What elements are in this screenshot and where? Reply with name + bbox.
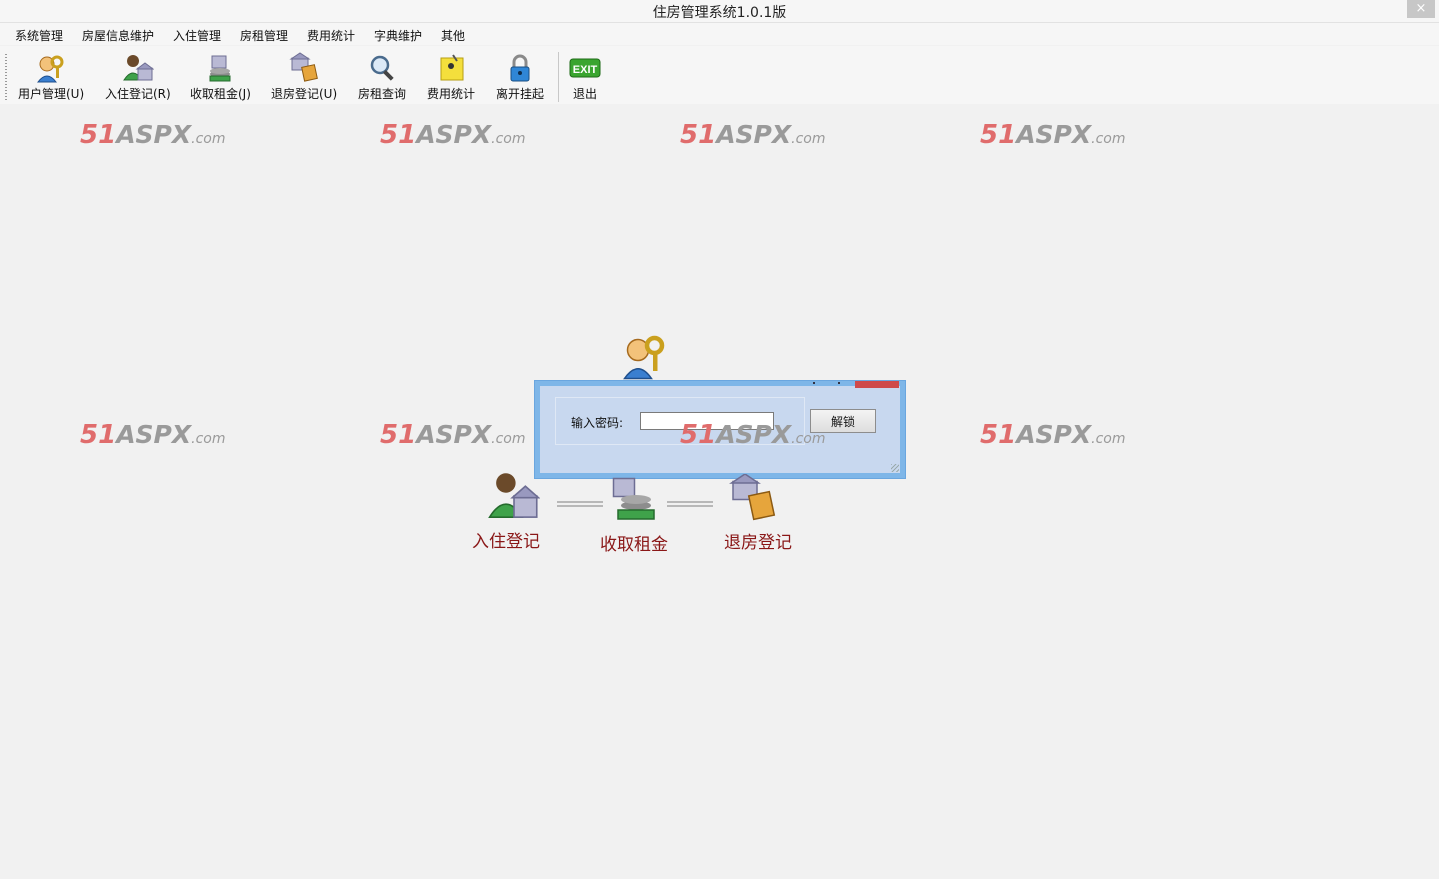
flow-checkin-label[interactable]: 入住登记	[472, 527, 540, 552]
toolbar: 用户管理(U) 入住登记(R) 收取租金(J) 退房登记(U) 房租查询 费用统…	[0, 46, 1439, 104]
flow-collect-rent-label[interactable]: 收取租金	[600, 530, 668, 555]
menu-checkin[interactable]: 入住管理	[173, 27, 221, 44]
collect-rent-label: 收取租金(J)	[190, 87, 251, 101]
dialog-maximize-dot[interactable]	[838, 382, 840, 384]
rent-coins-icon[interactable]	[606, 474, 660, 522]
checkout-register-button[interactable]: 退房登记(U)	[271, 52, 337, 102]
checkout-register-label: 退房登记(U)	[271, 87, 338, 101]
magnifier-icon	[370, 55, 394, 81]
flow-connector	[557, 501, 603, 507]
lock-icon	[510, 54, 530, 82]
watermark-logo: 51ASPX.com	[680, 120, 826, 150]
dialog-minimize-dot[interactable]	[813, 382, 815, 384]
watermark-logo: 51ASPX.com	[680, 420, 826, 450]
checkin-register-button[interactable]: 入住登记(R)	[105, 52, 171, 102]
watermark-logo: 51ASPX.com	[80, 420, 226, 450]
resize-grip[interactable]	[891, 464, 899, 472]
collect-rent-button[interactable]: 收取租金(J)	[190, 52, 251, 102]
watermark-logo: 51ASPX.com	[380, 420, 526, 450]
menu-other[interactable]: 其他	[441, 27, 465, 44]
fee-stats-button[interactable]: 费用统计	[427, 52, 475, 102]
watermark-logo: 51ASPX.com	[80, 120, 226, 150]
user-manage-label: 用户管理(U)	[18, 87, 85, 101]
window-title: 住房管理系统1.0.1版	[652, 5, 787, 21]
rent-query-label: 房租查询	[358, 87, 407, 101]
user-manage-button[interactable]: 用户管理(U)	[18, 52, 84, 102]
checkin-icon	[122, 55, 154, 81]
svg-text:EXIT: EXIT	[573, 64, 598, 76]
fee-stats-label: 费用统计	[427, 87, 476, 101]
flow-connector	[667, 501, 713, 507]
title-bar: 住房管理系统1.0.1版 ×	[0, 0, 1439, 23]
checkout-icon	[289, 52, 318, 82]
watermark-logo: 51ASPX.com	[980, 120, 1126, 150]
user-key-icon	[37, 55, 64, 83]
watermark-logo: 51ASPX.com	[980, 420, 1126, 450]
checkout-icon[interactable]	[728, 474, 780, 522]
exit-button[interactable]: EXIT 退出	[569, 52, 601, 102]
window-close-button[interactable]: ×	[1407, 0, 1435, 18]
menu-fees[interactable]: 费用统计	[307, 27, 355, 44]
rent-coins-icon	[209, 55, 231, 82]
checkin-register-label: 入住登记(R)	[105, 87, 171, 101]
menu-system[interactable]: 系统管理	[15, 27, 63, 44]
checkin-icon[interactable]	[488, 470, 540, 522]
user-key-icon	[623, 335, 665, 380]
password-label: 输入密码:	[571, 416, 624, 430]
leave-suspend-label: 离开挂起	[496, 87, 545, 101]
menu-bar: 系统管理 房屋信息维护 入住管理 房租管理 费用统计 字典维护 其他	[0, 23, 1439, 45]
flow-checkout-label[interactable]: 退房登记	[724, 528, 792, 553]
exit-label: 退出	[572, 87, 597, 101]
menu-dictionary[interactable]: 字典维护	[374, 27, 422, 44]
toolbar-grip[interactable]	[5, 54, 7, 100]
note-pin-icon	[440, 54, 464, 81]
watermark-logo: 51ASPX.com	[380, 120, 526, 150]
rent-query-button[interactable]: 房租查询	[358, 52, 406, 102]
dialog-close-button[interactable]	[855, 381, 899, 388]
menu-house-info[interactable]: 房屋信息维护	[82, 27, 154, 44]
leave-suspend-button[interactable]: 离开挂起	[496, 52, 544, 102]
toolbar-separator	[558, 52, 559, 102]
exit-icon: EXIT	[569, 58, 601, 78]
menu-rent[interactable]: 房租管理	[240, 27, 288, 44]
